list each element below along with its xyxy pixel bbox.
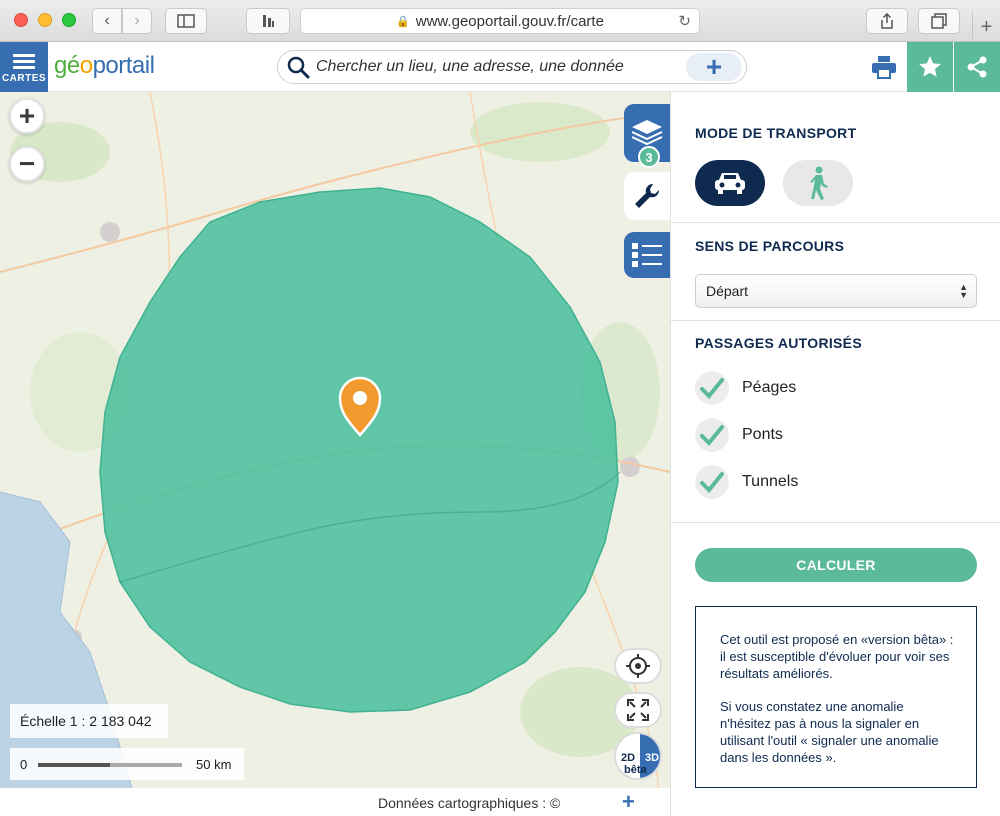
crosshair-icon [626,654,650,678]
browser-toolbar: ‹ › 🔒 www.geoportail.gouv.fr/carte ↻ + [0,0,1000,42]
layers-icon [631,120,663,146]
logo-part-3: portail [92,52,155,79]
select-arrows-icon: ▲ ▼ [959,282,968,300]
zoom-in-button[interactable]: + [9,98,45,134]
section-divider [671,522,1000,523]
scale-text: Échelle 1 : 2 183 042 [10,704,168,738]
address-bar[interactable]: 🔒 www.geoportail.gouv.fr/carte ↻ [300,8,700,34]
legend-tab[interactable] [624,232,670,278]
checkbox-peages[interactable] [695,371,729,405]
sidebar-icon[interactable] [165,8,207,34]
view-2d-3d-toggle[interactable]: 2D 3D bêta [614,732,662,780]
print-button[interactable] [866,48,902,86]
beta-label: bêta [624,764,647,776]
zoom-window-button[interactable] [62,13,76,27]
cartes-menu-button[interactable]: CARTES [0,42,48,92]
zoom-out-button[interactable]: − [9,146,45,182]
walk-mode-button[interactable] [783,160,853,206]
peages-label: Péages [742,379,797,396]
search-box[interactable]: Chercher un lieu, une adresse, une donné… [277,50,747,84]
close-window-button[interactable] [14,13,28,27]
checkbox-tunnels[interactable] [695,465,729,499]
section-divider [671,320,1000,321]
peages-option[interactable]: Péages [695,370,796,406]
pedestrian-icon [810,166,828,200]
layers-count-badge: 3 [638,146,660,168]
share-icon[interactable] [866,8,908,34]
search-input[interactable]: Chercher un lieu, une adresse, une donné… [316,58,686,76]
car-icon [715,173,745,194]
info-paragraph-1: Cet outil est proposé en «version bêta» … [720,632,954,681]
legend-list-icon [632,243,662,267]
scale-bar-segment [110,763,182,767]
attribution-bar: Données cartographiques : © + [0,788,670,816]
geoportail-logo[interactable]: géoportail [54,52,155,80]
passages-title: PASSAGES AUTORISÉS [695,335,862,351]
attribution-text: Données cartographiques : © [378,795,561,811]
checkbox-ponts[interactable] [695,418,729,452]
search-icon [287,56,310,79]
wrench-icon [635,183,660,208]
url-text: www.geoportail.gouv.fr/carte [415,12,604,30]
scale-bar: 0 50 km [10,748,244,780]
check-icon [700,425,724,446]
reload-icon[interactable]: ↻ [678,12,691,30]
check-icon [700,472,724,493]
print-icon [872,56,896,79]
ponts-label: Ponts [742,426,783,443]
favorite-button[interactable] [907,42,953,92]
scale-km-label: 50 km [196,757,232,772]
beta-info-box: Cet outil est proposé en «version bêta» … [695,606,977,788]
tabs-icon[interactable] [918,8,960,34]
menu-icon [13,51,35,72]
transport-mode-title: MODE DE TRANSPORT [695,125,857,141]
info-paragraph-2: Si vous constatez une anomalie n'hésitez… [720,699,939,765]
search-add-button[interactable]: + [686,53,742,81]
tools-tab[interactable] [624,172,670,220]
scale-zero-label: 0 [20,757,28,772]
app-header: CARTES géoportail Chercher un lieu, une … [0,42,1000,92]
share-button[interactable] [954,42,1000,92]
geolocate-button[interactable] [614,648,662,684]
attribution-more-button[interactable]: + [622,789,635,815]
tunnels-label: Tunnels [742,473,799,490]
section-divider [671,222,1000,223]
lock-icon: 🔒 [396,15,410,28]
star-icon [919,56,941,77]
back-icon[interactable]: ‹ [92,8,122,34]
tunnels-option[interactable]: Tunnels [695,464,798,500]
minimize-window-button[interactable] [38,13,52,27]
new-tab-icon[interactable]: + [972,12,1000,42]
isochrone-panel: MODE DE TRANSPORT SENS DE PARCOURS Dépar… [670,92,1000,816]
cartes-menu-label: CARTES [1,72,47,84]
share-network-icon [967,56,987,78]
forward-icon[interactable]: › [122,8,152,34]
scale-bar-segment [38,763,110,767]
car-mode-button[interactable] [695,160,765,206]
map-canvas[interactable]: + − 3 2D 3D bêta Échelle 1 : 2 183 042 0… [0,92,670,816]
calculate-button[interactable]: CALCULER [695,548,977,582]
logo-part-2: o [79,52,93,79]
extension-icon[interactable] [246,8,290,34]
direction-select-value: Départ [706,283,749,299]
logo-part-1: gé [54,52,80,79]
direction-title: SENS DE PARCOURS [695,238,845,254]
direction-select[interactable]: Départ ▲ ▼ [695,274,977,308]
fullscreen-button[interactable] [614,692,662,728]
ponts-option[interactable]: Ponts [695,417,783,453]
fullscreen-icon [627,699,649,721]
check-icon [700,378,724,399]
layers-tab[interactable]: 3 [624,104,670,168]
